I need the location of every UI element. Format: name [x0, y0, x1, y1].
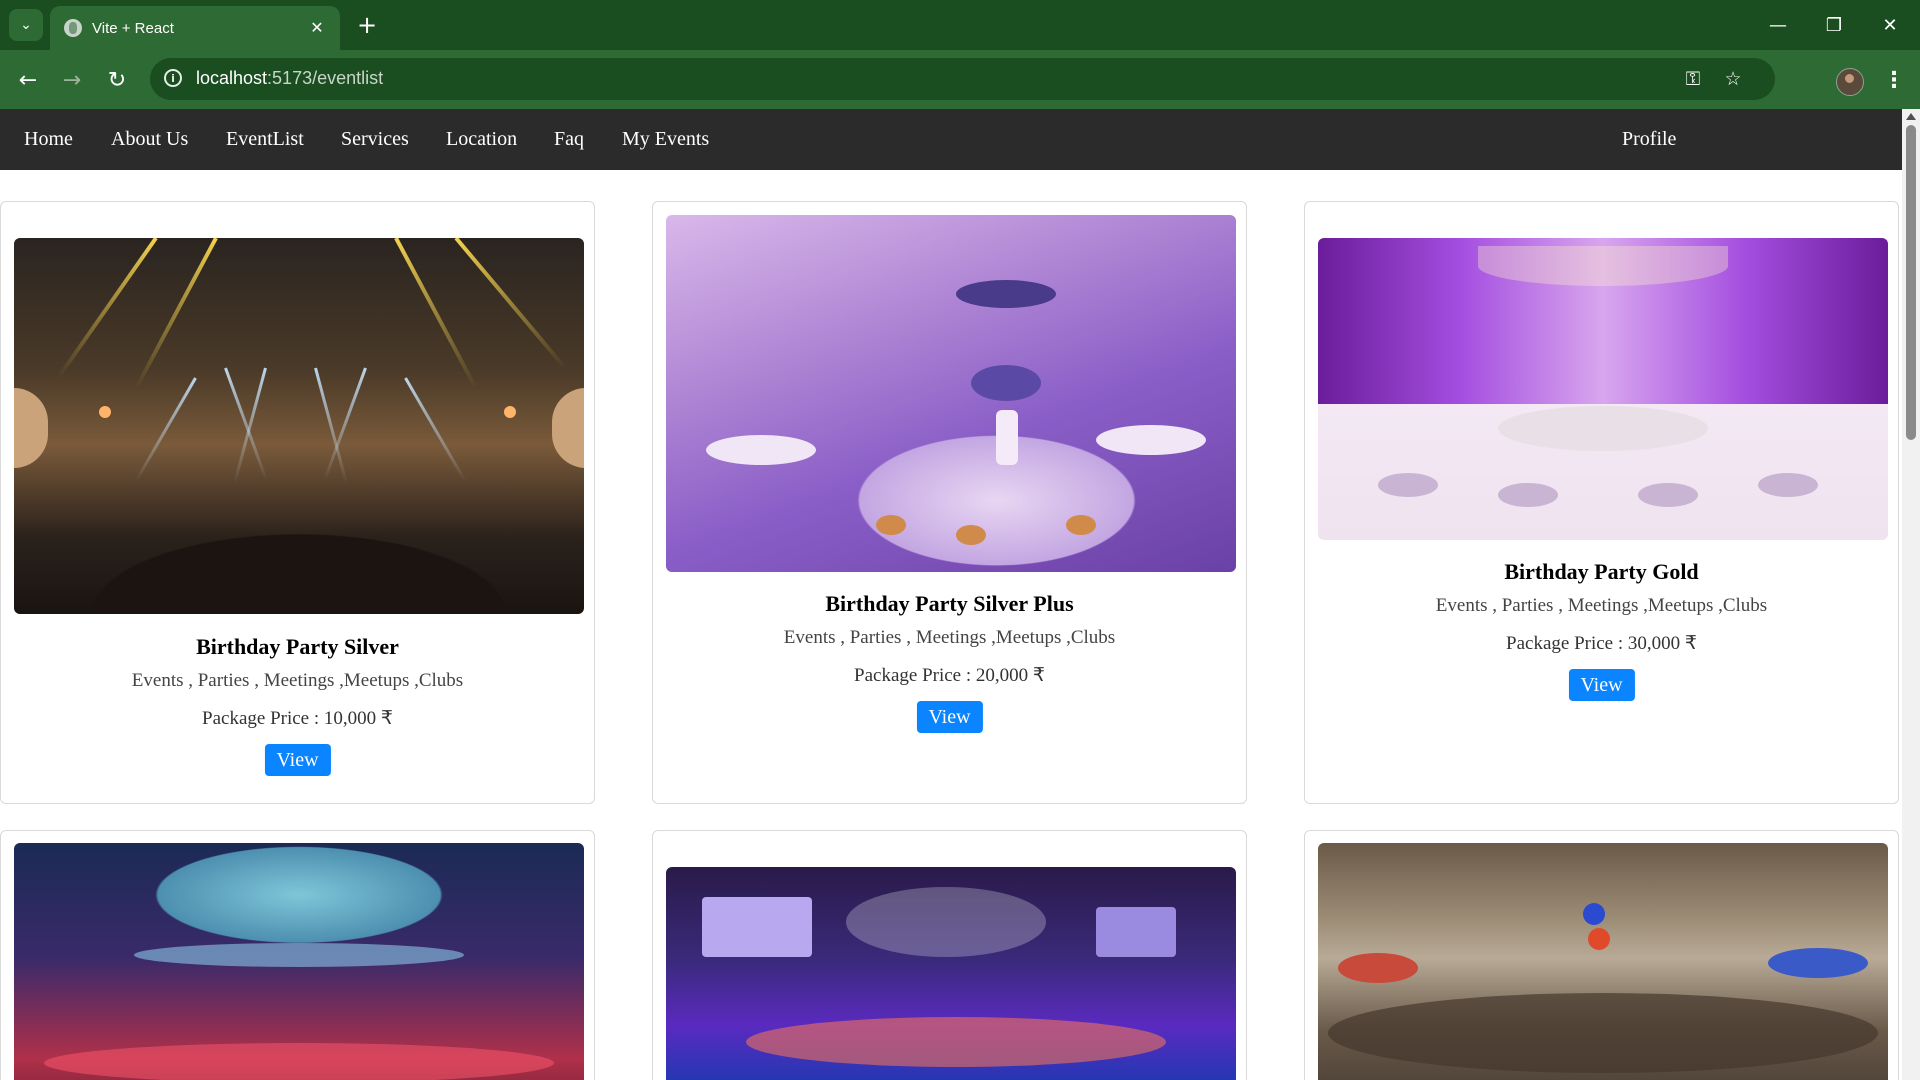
tab-search-icon[interactable]: ⌄ [9, 9, 43, 41]
menu-kebab-icon[interactable]: ⋮ [1882, 64, 1906, 96]
globe-icon [64, 19, 82, 37]
card-tags: Events , Parties , Meetings ,Meetups ,Cl… [783, 627, 1116, 648]
balloon [1588, 928, 1610, 950]
scroll-up-icon[interactable] [1906, 113, 1916, 120]
card-title: Birthday Party Silver Plus [825, 591, 1074, 616]
reload-icon[interactable]: ↻ [101, 64, 133, 96]
stage-glow [44, 1043, 554, 1080]
balloon [1583, 903, 1605, 925]
starlight-curtain [846, 887, 1046, 957]
event-image-ballroom-neon [666, 867, 1236, 1080]
url-text[interactable]: localhost:5173/eventlist [196, 68, 383, 89]
password-key-icon[interactable]: ⚿ [1680, 68, 1706, 90]
stage-light [56, 238, 158, 379]
plate [876, 515, 906, 535]
card-price: Package Price : 30,000 ₹ [1506, 633, 1697, 654]
nav-faq[interactable]: Faq [554, 128, 584, 151]
browser-tabstrip: ⌄ Vite + React ✕ + — ❐ ✕ [0, 0, 1920, 50]
site-info-icon[interactable]: i [164, 69, 182, 87]
stage-sign [552, 388, 584, 468]
nav-eventlist[interactable]: EventList [226, 128, 304, 151]
event-card: Birthday Party Silver Plus Events , Part… [652, 201, 1247, 804]
light-beam [404, 377, 467, 483]
back-icon[interactable]: ← [12, 64, 44, 96]
forward-icon[interactable]: → [56, 64, 88, 96]
plate [1758, 473, 1818, 497]
flower-centerpiece [1498, 406, 1708, 451]
card-price: Package Price : 10,000 ₹ [202, 708, 393, 729]
url-path: :5173/eventlist [267, 68, 384, 88]
site-navbar: Home About Us EventList Services Locatio… [0, 109, 1902, 170]
event-image-stage-red [14, 843, 584, 1080]
nav-home[interactable]: Home [24, 128, 73, 151]
event-card: Birthday Party Silver Events , Parties ,… [0, 201, 595, 804]
event-card [1304, 830, 1899, 1080]
view-button[interactable]: View [1568, 669, 1635, 701]
new-tab-icon[interactable]: + [352, 10, 382, 40]
stage-light [454, 238, 567, 370]
event-image-concert [14, 238, 584, 614]
stage-light [134, 238, 218, 390]
flower-centerpiece [956, 280, 1056, 308]
card-title: Birthday Party Gold [1504, 559, 1699, 584]
stage-sign [14, 388, 48, 468]
projection-screen [702, 897, 812, 957]
stage-light [394, 238, 478, 390]
close-icon[interactable]: ✕ [306, 16, 328, 38]
string-lights [1478, 246, 1728, 286]
view-button[interactable]: View [916, 701, 983, 733]
tab-title: Vite + React [92, 19, 174, 37]
browser-toolbar: ← → ↻ i localhost:5173/eventlist ⚿ ☆ ⋮ [0, 50, 1920, 109]
card-price: Package Price : 20,000 ₹ [854, 665, 1045, 686]
plate [1066, 515, 1096, 535]
bookmark-star-icon[interactable]: ☆ [1720, 68, 1746, 90]
nav-about-us[interactable]: About Us [111, 128, 188, 151]
restore-icon[interactable]: ❐ [1806, 0, 1862, 50]
plate [1638, 483, 1698, 507]
neon-chairs [746, 1017, 1166, 1067]
event-card [0, 830, 595, 1080]
balloon-cluster [1338, 953, 1418, 983]
event-image-banquet-purple [666, 215, 1236, 572]
crowd [1328, 993, 1878, 1073]
nav-profile[interactable]: Profile [1622, 128, 1676, 151]
scrollbar-thumb[interactable] [1906, 125, 1916, 440]
projection-screen [1096, 907, 1176, 957]
plate [1378, 473, 1438, 497]
table [706, 435, 816, 465]
vertical-scrollbar[interactable] [1902, 109, 1920, 1080]
minimize-icon[interactable]: — [1750, 0, 1806, 50]
balloon-cluster [1768, 948, 1868, 978]
glass-vase [996, 410, 1018, 465]
card-tags: Events , Parties , Meetings ,Meetups ,Cl… [131, 670, 464, 691]
event-image-banquet-violet [1318, 238, 1888, 540]
page-viewport: Home About Us EventList Services Locatio… [0, 109, 1920, 1080]
drum-lamp [134, 943, 464, 967]
address-bar[interactable]: i localhost:5173/eventlist ⚿ ☆ [150, 58, 1775, 100]
view-button[interactable]: View [264, 744, 331, 776]
nav-location[interactable]: Location [446, 128, 517, 151]
url-host: localhost [196, 68, 268, 88]
event-card [652, 830, 1247, 1080]
card-title: Birthday Party Silver [196, 634, 399, 659]
flower-centerpiece [971, 365, 1041, 401]
nav-services[interactable]: Services [341, 128, 409, 151]
event-card: Birthday Party Gold Events , Parties , M… [1304, 201, 1899, 804]
table [1096, 425, 1206, 455]
event-image-conference [1318, 843, 1888, 1080]
card-tags: Events , Parties , Meetings ,Meetups ,Cl… [1435, 595, 1768, 616]
window-close-icon[interactable]: ✕ [1862, 0, 1918, 50]
spotlight [504, 406, 516, 418]
plate [956, 525, 986, 545]
browser-tab[interactable]: Vite + React ✕ [50, 6, 340, 50]
profile-avatar[interactable] [1836, 68, 1864, 96]
plate [1498, 483, 1558, 507]
spotlight [99, 406, 111, 418]
light-beam [134, 377, 197, 483]
nav-my-events[interactable]: My Events [622, 128, 709, 151]
